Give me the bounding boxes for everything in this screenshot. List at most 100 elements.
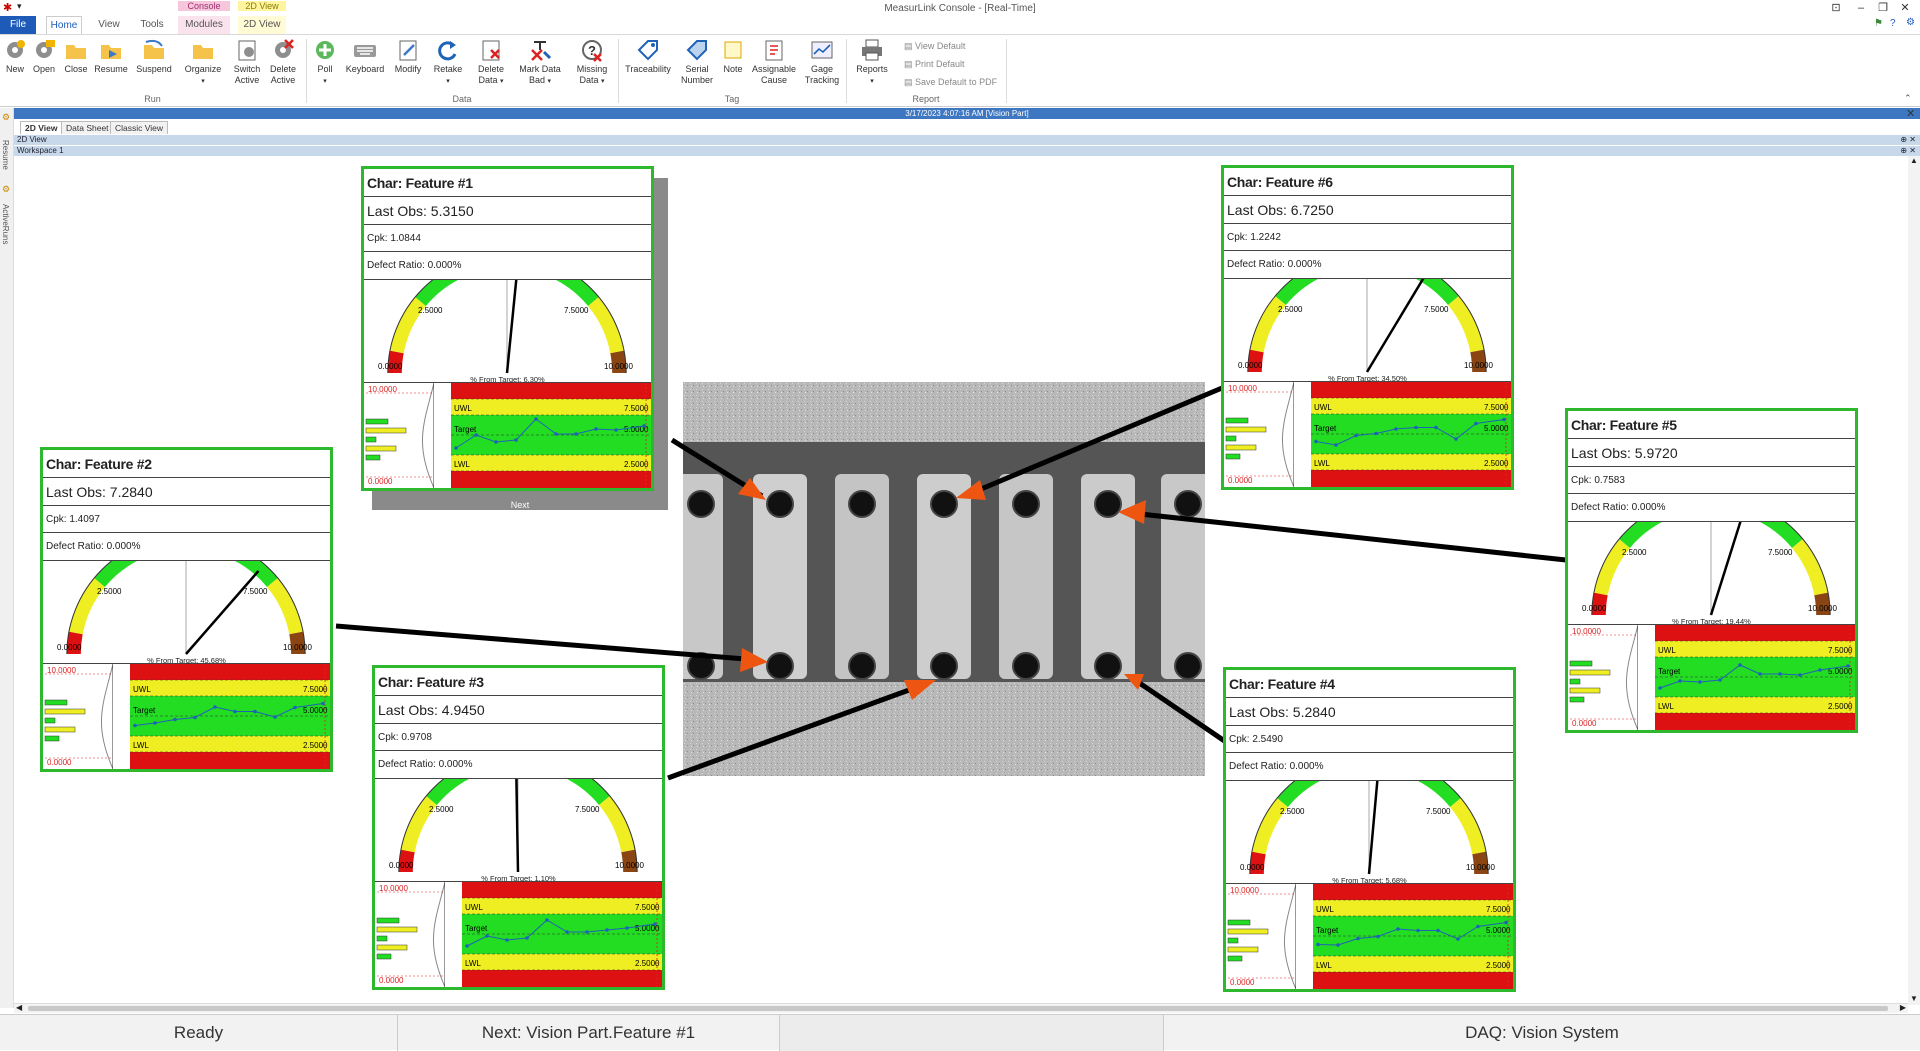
defect-ratio: Defect Ratio: 0.000% [1224, 251, 1511, 279]
gauge-min-label: 0.0000 [389, 861, 414, 870]
histogram-bar [1225, 444, 1257, 451]
chart-top-label: 10.0000 [379, 884, 408, 893]
chart-bottom-label: 0.0000 [368, 477, 393, 486]
chart-top-label: 10.0000 [368, 385, 397, 394]
chart-bottom-label: 0.0000 [1228, 476, 1253, 485]
gauge-min-label: 0.0000 [1238, 361, 1263, 370]
feature-name: Char: Feature #3 [375, 668, 662, 696]
control-zone-0 [451, 383, 651, 399]
feature-name: Char: Feature #6 [1224, 168, 1511, 196]
histogram-bar [376, 935, 388, 942]
histogram-bar [1227, 937, 1239, 944]
histogram-bar [1225, 417, 1249, 424]
gauge-dial: 0.0000 2.5000 7.5000 10.0000 [57, 561, 312, 655]
control-point [193, 715, 197, 720]
chart-mid-label: 5.0000 [1486, 926, 1511, 935]
control-zone-4 [1311, 470, 1511, 487]
control-point [625, 926, 629, 930]
scroll-down-icon[interactable]: ▼ [1910, 994, 1918, 1003]
scroll-left-icon[interactable]: ◀ [16, 1003, 22, 1012]
lwl-label: LWL [1316, 961, 1332, 970]
feature-card-3[interactable]: Char: Feature #3 Last Obs: 4.9450 Cpk: 0.9… [372, 665, 665, 990]
target-label: Target [454, 425, 477, 434]
last-obs: Last Obs: 5.9720 [1568, 439, 1855, 467]
uwl-label: UWL [454, 404, 472, 413]
gauge-max-label: 10.0000 [615, 861, 644, 870]
histogram-bar [365, 418, 389, 425]
histogram-bar [44, 735, 60, 742]
last-obs: Last Obs: 5.3150 [364, 197, 651, 225]
scroll-up-icon[interactable]: ▲ [1910, 156, 1918, 165]
uwl-label: UWL [1314, 403, 1332, 412]
histogram-bar [1227, 955, 1243, 962]
uwl-label: UWL [1658, 646, 1676, 655]
control-zone-3 [462, 954, 662, 970]
control-point [213, 705, 217, 709]
feature-name: Char: Feature #2 [43, 450, 330, 478]
control-point [454, 446, 458, 450]
defect-ratio: Defect Ratio: 0.000% [364, 252, 651, 280]
control-point [173, 717, 177, 722]
control-point [1738, 663, 1742, 667]
control-point [1456, 937, 1460, 941]
gauge-dial: 0.0000 2.5000 7.5000 10.0000 [1582, 522, 1837, 616]
gauge-dial: 0.0000 2.5000 7.5000 10.0000 [1238, 279, 1493, 373]
horizontal-scrollbar[interactable]: ◀ ▶ [14, 1003, 1908, 1013]
uwl-label: UWL [1316, 905, 1334, 914]
cpk-value: Cpk: 0.9708 [375, 724, 662, 751]
target-label: Target [133, 706, 156, 715]
histogram-area [1226, 884, 1296, 989]
scroll-right-icon[interactable]: ▶ [1900, 1003, 1906, 1012]
chart-upper-label: 7.5000 [624, 404, 649, 413]
control-zone-4 [1655, 713, 1855, 730]
histogram-area [364, 383, 434, 488]
chart-top-label: 10.0000 [1230, 886, 1259, 895]
control-zone-1 [1655, 641, 1855, 657]
control-chart: UWL Target LWL 10.0000 0.0000 7.5000 5.0000 2.5… [1224, 382, 1511, 487]
control-zone-1 [130, 680, 330, 696]
gauge-max-label: 10.0000 [1466, 863, 1495, 872]
chart-mid-label: 5.0000 [303, 706, 328, 715]
control-point [1334, 443, 1338, 447]
gauge-band-3 [1791, 539, 1829, 596]
control-point [614, 428, 618, 432]
control-point [565, 930, 569, 934]
control-zone-1 [451, 399, 651, 415]
chart-top-label: 10.0000 [47, 666, 76, 675]
control-point [321, 701, 325, 706]
defect-ratio: Defect Ratio: 0.000% [1226, 753, 1513, 781]
gauge-q1-label: 2.5000 [1622, 548, 1647, 557]
feature-card-4[interactable]: Char: Feature #4 Last Obs: 5.2840 Cpk: 2.5… [1223, 667, 1516, 992]
gauge-needle [515, 779, 520, 873]
horizontal-scroll-thumb[interactable] [28, 1006, 1888, 1011]
control-zone-3 [1313, 956, 1513, 972]
target-label: Target [1314, 424, 1337, 433]
histogram-bar [1569, 669, 1611, 676]
feature-card-2[interactable]: Char: Feature #2 Last Obs: 7.2840 Cpk: 1.4… [40, 447, 333, 772]
control-point [1336, 943, 1340, 947]
histogram-bar [1227, 946, 1259, 953]
chart-lower-label: 2.5000 [635, 959, 660, 968]
control-point [1474, 421, 1478, 426]
feature-card-5[interactable]: Char: Feature #5 Last Obs: 5.9720 Cpk: 0.7… [1565, 408, 1858, 733]
histogram-area [43, 664, 113, 769]
histogram-bar [1569, 696, 1585, 703]
chart-gap [445, 882, 462, 987]
feature-card-1[interactable]: Char: Feature #1 Last Obs: 5.3150 Cpk: 1.0… [361, 166, 654, 491]
control-chart-panel: UWL Target LWL 10.0000 0.0000 7.5000 5.0000 2.5… [1568, 625, 1855, 730]
chart-upper-label: 7.5000 [635, 903, 660, 912]
feature-card-6[interactable]: Char: Feature #6 Last Obs: 6.7250 Cpk: 1.2… [1221, 165, 1514, 490]
gauge-q1-label: 2.5000 [1278, 305, 1303, 314]
gauge-band-3 [1449, 798, 1487, 855]
vertical-scrollbar[interactable]: ▲ ▼ [1908, 156, 1920, 1005]
last-obs: Last Obs: 5.2840 [1226, 698, 1513, 726]
control-chart-panel: UWL Target LWL 10.0000 0.0000 7.5000 5.0000 2.5… [1226, 884, 1513, 989]
gauge-needle [1709, 522, 1742, 616]
chart-gap [1638, 625, 1655, 730]
histogram-bar [1225, 435, 1237, 442]
target-label: Target [1316, 926, 1339, 935]
gauge-max-label: 10.0000 [1464, 361, 1493, 370]
histogram-bar [1225, 453, 1241, 460]
control-point [1396, 927, 1400, 931]
chart-upper-label: 7.5000 [1486, 905, 1511, 914]
